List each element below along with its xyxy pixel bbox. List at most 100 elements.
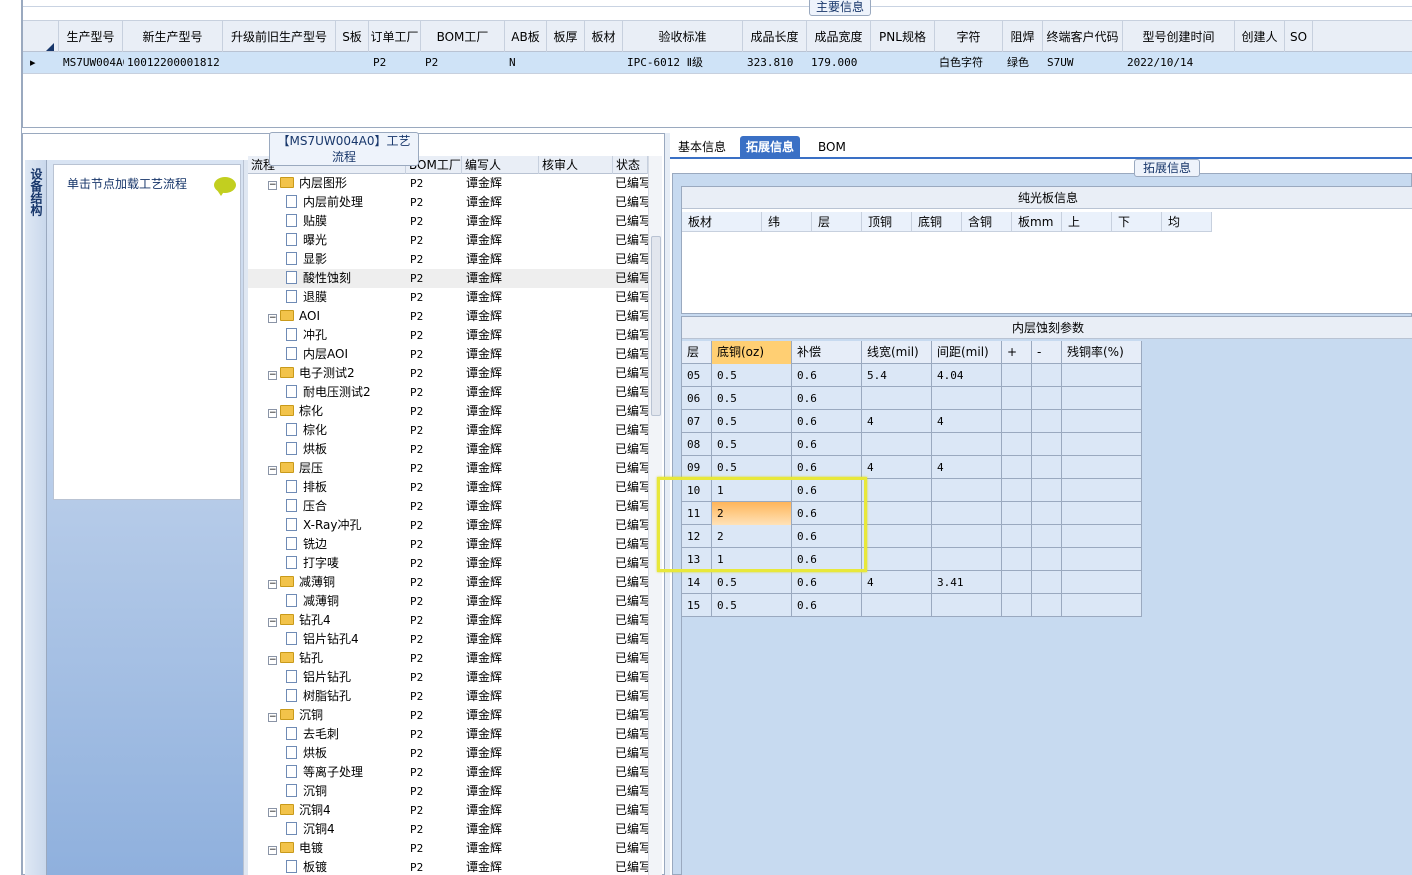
tree-node[interactable]: − AOI xyxy=(268,307,406,326)
tree-row[interactable]: 板镀 P2 谭金辉 已编写 xyxy=(248,858,648,875)
tree-node[interactable]: 内层前处理 xyxy=(286,193,406,212)
etch-cell[interactable]: 4 xyxy=(862,456,932,479)
etch-cell[interactable] xyxy=(1032,433,1062,456)
tree-node[interactable]: 冲孔 xyxy=(286,326,406,345)
collapse-icon[interactable]: − xyxy=(268,713,277,722)
main-col-header[interactable]: AB板 xyxy=(505,21,547,53)
etch-cell[interactable] xyxy=(1002,456,1032,479)
tree-row[interactable]: 酸性蚀刻 P2 谭金辉 已编写 xyxy=(248,269,648,288)
etch-row[interactable]: 07 0.5 0.6 4 4 xyxy=(682,410,1142,433)
main-cell[interactable] xyxy=(224,52,337,74)
etch-cell[interactable] xyxy=(1062,387,1142,410)
main-col-header[interactable]: 创建人 xyxy=(1235,21,1285,53)
tree-node[interactable]: 树脂钻孔 xyxy=(286,687,406,706)
main-cell[interactable] xyxy=(337,52,370,74)
etch-cell[interactable] xyxy=(932,479,1002,502)
pure-board-col-header[interactable]: 顶铜 xyxy=(862,212,912,232)
tree-row[interactable]: − 内层图形 P2 谭金辉 已编写 xyxy=(248,174,648,193)
etch-cell[interactable] xyxy=(932,548,1002,571)
tree-row[interactable]: − 沉铜4 P2 谭金辉 已编写 xyxy=(248,801,648,820)
etch-cell[interactable] xyxy=(862,479,932,502)
etch-cell[interactable]: 4 xyxy=(862,410,932,433)
tree-row[interactable]: 铣边 P2 谭金辉 已编写 xyxy=(248,535,648,554)
etch-cell[interactable] xyxy=(1062,571,1142,594)
tree-node[interactable]: − 钻孔 xyxy=(268,649,406,668)
etch-cell[interactable] xyxy=(862,433,932,456)
main-cell[interactable]: MS7UW004A0 xyxy=(60,52,124,74)
tree-node[interactable]: 等离子处理 xyxy=(286,763,406,782)
main-col-header[interactable]: 验收标准 xyxy=(623,21,743,53)
etch-cell[interactable] xyxy=(1002,410,1032,433)
tree-node[interactable]: X-Ray冲孔 xyxy=(286,516,406,535)
etch-cell[interactable]: 15 xyxy=(682,594,712,617)
etch-cell[interactable]: 4 xyxy=(932,456,1002,479)
tree-node[interactable]: − 沉铜 xyxy=(268,706,406,725)
etch-cell[interactable] xyxy=(932,594,1002,617)
etch-col-header[interactable]: - xyxy=(1032,341,1062,364)
tree-node[interactable]: 贴膜 xyxy=(286,212,406,231)
etch-cell[interactable] xyxy=(1002,502,1032,525)
pure-board-col-header[interactable]: 板材 xyxy=(682,212,762,232)
main-cell[interactable]: 2022/10/14 xyxy=(1124,52,1236,74)
main-cell[interactable]: 179.000 xyxy=(808,52,872,74)
tree-row[interactable]: 铝片钻孔4 P2 谭金辉 已编写 xyxy=(248,630,648,649)
tree-row[interactable]: 铝片钻孔 P2 谭金辉 已编写 xyxy=(248,668,648,687)
pure-board-col-header[interactable]: 下 xyxy=(1112,212,1162,232)
etch-cell[interactable] xyxy=(1002,548,1032,571)
etch-cell[interactable]: 0.6 xyxy=(792,456,862,479)
main-cell[interactable]: P2 xyxy=(422,52,506,74)
tree-node[interactable]: 排板 xyxy=(286,478,406,497)
etch-cell[interactable] xyxy=(1002,479,1032,502)
etch-cell[interactable] xyxy=(1062,594,1142,617)
etch-col-header[interactable]: 补偿 xyxy=(792,341,862,364)
tree-node[interactable]: 烘板 xyxy=(286,744,406,763)
collapse-icon[interactable]: − xyxy=(268,466,277,475)
etch-cell[interactable] xyxy=(932,433,1002,456)
tree-node[interactable]: 铝片钻孔4 xyxy=(286,630,406,649)
main-col-header[interactable]: SO xyxy=(1285,21,1313,53)
etch-cell[interactable] xyxy=(862,525,932,548)
collapse-icon[interactable]: − xyxy=(268,181,277,190)
tree-node[interactable]: 铝片钻孔 xyxy=(286,668,406,687)
main-cell[interactable]: 323.810 xyxy=(744,52,808,74)
main-cell[interactable]: 白色字符 xyxy=(936,52,1004,74)
tree-row[interactable]: − 层压 P2 谭金辉 已编写 xyxy=(248,459,648,478)
tree-row[interactable]: − AOI P2 谭金辉 已编写 xyxy=(248,307,648,326)
tree-row[interactable]: − 钻孔 P2 谭金辉 已编写 xyxy=(248,649,648,668)
etch-cell[interactable]: 0.6 xyxy=(792,571,862,594)
etch-col-header[interactable]: 残铜率(%) xyxy=(1062,341,1142,364)
main-col-header[interactable]: 型号创建时间 xyxy=(1123,21,1235,53)
etch-cell[interactable] xyxy=(1062,479,1142,502)
main-col-header[interactable]: S板 xyxy=(336,21,369,53)
etch-cell[interactable] xyxy=(932,502,1002,525)
tree-row[interactable]: 烘板 P2 谭金辉 已编写 xyxy=(248,744,648,763)
etch-cell[interactable]: 4 xyxy=(932,410,1002,433)
main-cell[interactable]: 10012200001812 xyxy=(124,52,224,74)
tree-row[interactable]: 贴膜 P2 谭金辉 已编写 xyxy=(248,212,648,231)
collapse-icon[interactable]: − xyxy=(268,618,277,627)
tree-node[interactable]: − 内层图形 xyxy=(268,174,406,193)
tree-node[interactable]: − 钻孔4 xyxy=(268,611,406,630)
etch-cell[interactable]: 06 xyxy=(682,387,712,410)
main-cell[interactable] xyxy=(548,52,586,74)
main-cell[interactable]: 绿色 xyxy=(1004,52,1044,74)
tree-node[interactable]: 退膜 xyxy=(286,288,406,307)
collapse-icon[interactable]: − xyxy=(268,409,277,418)
tree-row[interactable]: 内层AOI P2 谭金辉 已编写 xyxy=(248,345,648,364)
etch-cell[interactable] xyxy=(1032,479,1062,502)
pure-board-col-header[interactable]: 层 xyxy=(812,212,862,232)
etch-cell[interactable] xyxy=(862,548,932,571)
pure-board-col-header[interactable]: 板mm xyxy=(1012,212,1062,232)
etch-cell[interactable]: 0.6 xyxy=(792,410,862,433)
collapse-icon[interactable]: − xyxy=(268,656,277,665)
tree-row[interactable]: − 电子测试2 P2 谭金辉 已编写 xyxy=(248,364,648,383)
tree-node[interactable]: 耐电压测试2 xyxy=(286,383,406,402)
tree-node[interactable]: 显影 xyxy=(286,250,406,269)
etch-row[interactable]: 09 0.5 0.6 4 4 xyxy=(682,456,1142,479)
tree-node[interactable]: 板镀 xyxy=(286,858,406,875)
main-col-header[interactable]: PNL规格 xyxy=(871,21,935,53)
tree-row[interactable]: 内层前处理 P2 谭金辉 已编写 xyxy=(248,193,648,212)
etch-row[interactable]: 08 0.5 0.6 xyxy=(682,433,1142,456)
tree-row[interactable]: 打字唛 P2 谭金辉 已编写 xyxy=(248,554,648,573)
tree-col-header[interactable]: 核审人 xyxy=(539,156,613,174)
